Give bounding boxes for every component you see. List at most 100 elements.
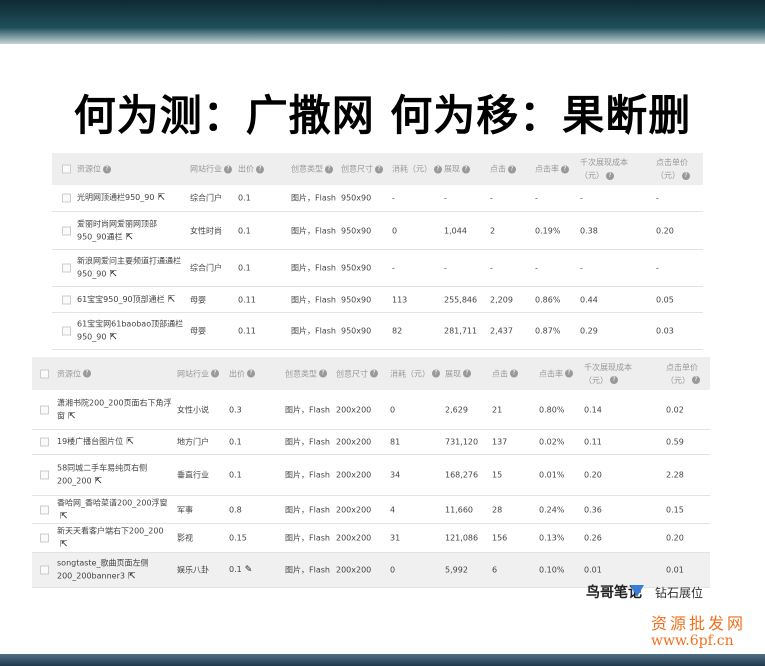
resource-name[interactable]: 香哈网_香哈菜谱200_200浮窗 ⇱ — [57, 496, 173, 523]
external-link-icon[interactable]: ⇱ — [157, 192, 165, 205]
resource-name[interactable]: 潇湘书院200_200页面右下角浮窗 ⇱ — [57, 396, 173, 423]
select-all-checkbox[interactable] — [40, 369, 49, 378]
table-cell: 综合门户 — [190, 192, 222, 205]
external-link-icon[interactable]: ⇱ — [68, 410, 76, 423]
help-icon[interactable]: ? — [247, 369, 255, 378]
column-header[interactable]: 出价? — [238, 163, 264, 176]
table-cell: 0 — [390, 564, 395, 577]
help-icon[interactable]: ? — [561, 165, 569, 173]
help-icon[interactable]: ? — [432, 369, 440, 378]
external-link-icon[interactable]: ⇱ — [60, 510, 68, 523]
help-icon[interactable]: ? — [510, 369, 518, 378]
column-header[interactable]: 点击率? — [539, 367, 573, 380]
column-header[interactable]: 资源位? — [57, 367, 91, 380]
external-link-icon[interactable]: ⇱ — [95, 476, 103, 489]
help-icon[interactable]: ? — [319, 369, 327, 378]
column-header[interactable]: 千次展现成本（元）? — [580, 156, 635, 182]
resource-name[interactable]: 61宝宝950_90顶部通栏 ⇱ — [77, 293, 186, 307]
column-header[interactable]: 资源位? — [77, 163, 111, 176]
resource-name[interactable]: 19楼广播台图片位 ⇱ — [57, 435, 173, 449]
column-header[interactable]: 点击率? — [535, 163, 569, 176]
row-checkbox[interactable] — [62, 226, 71, 235]
column-header[interactable]: 展现? — [444, 163, 470, 176]
column-header[interactable]: 网站行业? — [177, 367, 219, 380]
row-checkbox[interactable] — [40, 565, 49, 575]
column-header[interactable]: 创意类型? — [291, 163, 333, 176]
external-link-icon[interactable]: ⇱ — [109, 269, 117, 282]
help-icon[interactable]: ? — [103, 165, 111, 173]
row-checkbox[interactable] — [62, 326, 71, 336]
cell-text: 图片，Flash — [285, 405, 330, 414]
column-header[interactable]: 消耗（元）? — [392, 163, 442, 176]
cell-text: 0.8 — [229, 505, 242, 514]
row-checkbox[interactable] — [40, 405, 49, 414]
table-row: 61宝宝网61baobao顶部通栏950_90 ⇱ 母婴 0.11 图片，Flash 95… — [52, 313, 703, 350]
column-header[interactable]: 点击? — [490, 163, 516, 176]
cell-text: 156 — [492, 533, 508, 543]
help-icon[interactable]: ? — [610, 376, 618, 384]
external-link-icon[interactable]: ⇱ — [60, 539, 68, 552]
column-header[interactable]: 展现? — [445, 367, 471, 380]
table-cell: 6 — [492, 564, 497, 577]
resource-name[interactable]: 新浪网爱问主要频道打通通栏950_90 ⇱ — [77, 255, 186, 282]
resource-name[interactable]: songtaste_歌曲页面左侧200_200banner3 ⇱ — [57, 557, 173, 584]
row-checkbox[interactable] — [40, 437, 49, 447]
edit-pencil-icon[interactable]: ✎ — [245, 564, 253, 577]
column-header[interactable]: 创意尺寸? — [341, 163, 383, 176]
cell-text: 0.11 — [584, 437, 602, 447]
row-checkbox[interactable] — [40, 505, 49, 514]
column-header[interactable]: 网站行业? — [190, 163, 232, 176]
column-header[interactable]: 创意类型? — [285, 367, 327, 380]
cell-text: 0.14 — [584, 405, 602, 414]
row-checkbox[interactable] — [40, 470, 49, 480]
table-cell: 军事 — [177, 503, 193, 516]
external-link-icon[interactable]: ⇱ — [128, 571, 136, 584]
help-icon[interactable]: ? — [211, 369, 219, 378]
table-cell: 0.1 — [229, 469, 242, 482]
cell-text: 2,629 — [445, 405, 468, 414]
help-icon[interactable]: ? — [83, 369, 91, 378]
external-link-icon[interactable]: ⇱ — [168, 294, 176, 307]
cell-text: 综合门户 — [190, 193, 222, 203]
table-cell: 21 — [492, 403, 502, 416]
header-label: 创意尺寸 — [341, 164, 373, 174]
help-icon[interactable]: ? — [434, 165, 442, 173]
column-header[interactable]: 创意尺寸? — [336, 367, 378, 380]
resource-name[interactable]: 爱丽时尚网爱丽网顶部950_90通栏 ⇱ — [77, 217, 186, 244]
row-checkbox[interactable] — [62, 193, 71, 203]
row-checkbox[interactable] — [40, 533, 49, 543]
table-cell: 0.86% — [535, 293, 560, 306]
help-icon[interactable]: ? — [224, 165, 232, 173]
external-link-icon[interactable]: ⇱ — [125, 231, 133, 244]
column-header[interactable]: 出价? — [229, 367, 255, 380]
cell-text: 爱丽时尚网爱丽网顶部950_90通栏 — [77, 219, 157, 241]
help-icon[interactable]: ? — [325, 165, 333, 173]
column-header[interactable]: 千次展现成本（元）? — [584, 361, 639, 387]
column-header[interactable]: 点击单价（元）? — [656, 156, 703, 182]
external-link-icon[interactable]: ⇱ — [126, 436, 134, 449]
help-icon[interactable]: ? — [682, 171, 690, 180]
row-checkbox[interactable] — [62, 295, 71, 304]
table-cell: 影视 — [177, 532, 193, 545]
help-icon[interactable]: ? — [508, 165, 516, 173]
help-icon[interactable]: ? — [256, 165, 264, 173]
help-icon[interactable]: ? — [565, 369, 573, 378]
row-checkbox[interactable] — [62, 263, 71, 273]
help-icon[interactable]: ? — [370, 369, 378, 378]
table-cell: 0.1 — [229, 436, 242, 449]
help-icon[interactable]: ? — [375, 165, 383, 173]
column-header[interactable]: 消耗（元）? — [390, 367, 440, 380]
column-header[interactable]: 点击? — [492, 367, 518, 380]
resource-name[interactable]: 58同城二手车易纯页右侧200_200 ⇱ — [57, 462, 173, 489]
resource-name[interactable]: 新天天看客户端右下200_200 ⇱ — [57, 525, 173, 552]
help-icon[interactable]: ? — [606, 171, 614, 180]
resource-name[interactable]: 光明网顶通栏950_90 ⇱ — [77, 191, 186, 205]
help-icon[interactable]: ? — [692, 376, 700, 384]
help-icon[interactable]: ? — [462, 165, 470, 173]
resource-name[interactable]: 61宝宝网61baobao顶部通栏950_90 ⇱ — [77, 318, 186, 345]
external-link-icon[interactable]: ⇱ — [109, 332, 117, 345]
select-all-checkbox[interactable] — [62, 164, 71, 174]
column-header[interactable]: 点击单价（元）? — [666, 361, 710, 387]
help-icon[interactable]: ? — [463, 369, 471, 378]
header-label: 网站行业 — [190, 164, 222, 174]
